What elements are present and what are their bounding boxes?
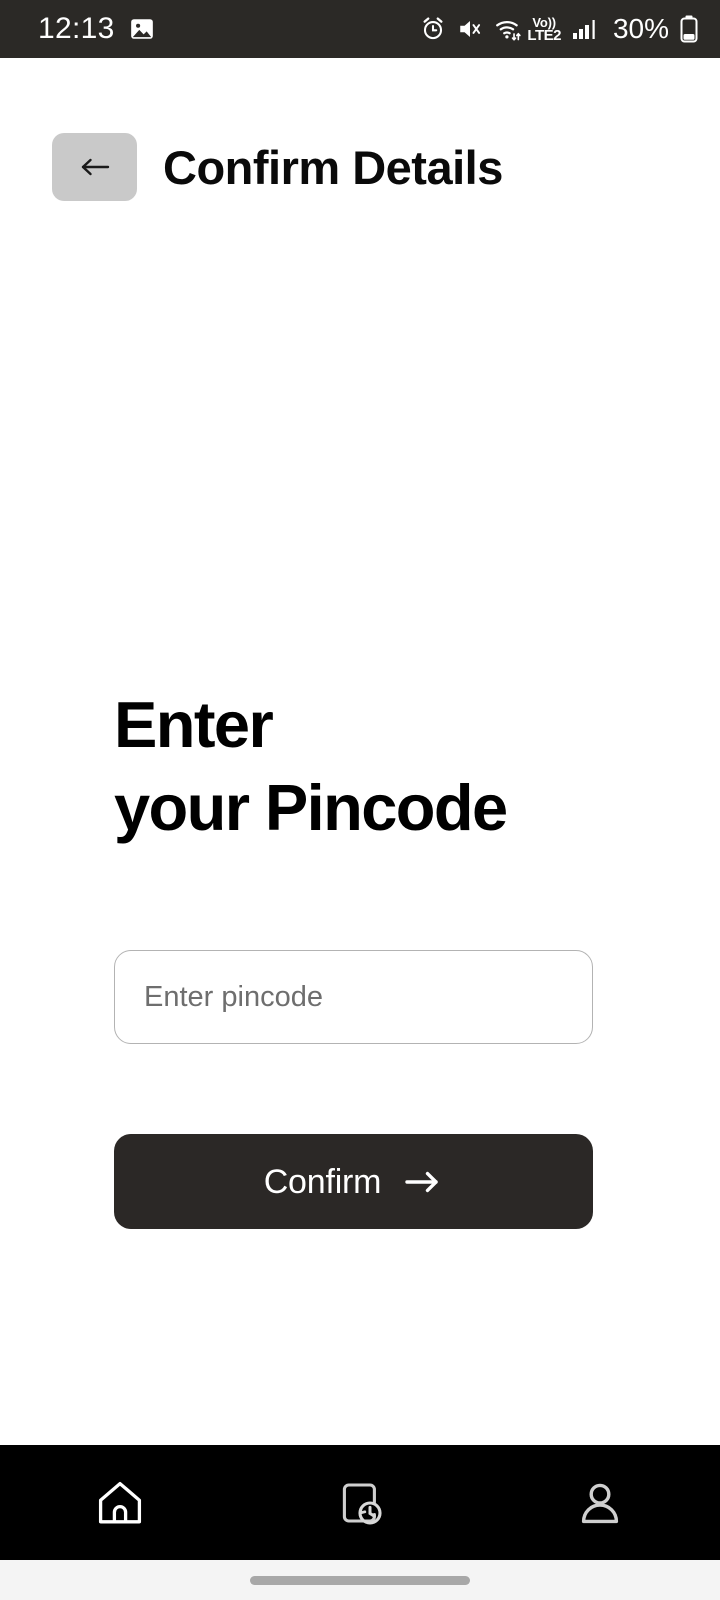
- status-bar-right: Vo)) LTE2 30%: [420, 15, 698, 43]
- battery-icon: [680, 15, 698, 43]
- bottom-navigation: [0, 1445, 720, 1560]
- signal-icon: [572, 20, 595, 39]
- volte-label-bottom: LTE2: [527, 26, 561, 44]
- back-button[interactable]: [52, 133, 137, 201]
- status-bar: 12:13 Vo)) LTE2 30%: [0, 0, 720, 58]
- page-title: Confirm Details: [163, 140, 503, 194]
- app-header: Confirm Details: [0, 58, 720, 201]
- confirm-button-label: Confirm: [263, 1162, 382, 1201]
- headline: Enter your Pincode: [114, 683, 508, 849]
- person-icon: [581, 1483, 619, 1523]
- headline-line-2: your Pincode: [114, 771, 508, 845]
- nav-item-profile[interactable]: [480, 1445, 720, 1560]
- battery-percent-label: 30%: [612, 13, 669, 44]
- status-time: 12:13: [38, 12, 115, 45]
- arrow-right-icon: [405, 1171, 439, 1192]
- document-clock-icon: [342, 1482, 382, 1525]
- main-content: Enter your Pincode Confirm: [0, 201, 720, 1445]
- wifi-icon: [496, 21, 522, 41]
- nav-item-history[interactable]: [240, 1445, 480, 1560]
- phone-screen: 12:13 Vo)) LTE2 30% Confirm Details Ente…: [0, 0, 720, 1600]
- headline-line-1: Enter: [114, 688, 274, 761]
- image-notification-icon: [130, 19, 153, 39]
- status-bar-left: 12:13: [38, 14, 155, 44]
- volte-icon: Vo)) LTE2: [527, 16, 561, 43]
- confirm-button[interactable]: Confirm: [114, 1134, 593, 1229]
- arrow-left-icon: [81, 158, 109, 176]
- gesture-handle[interactable]: [250, 1575, 470, 1585]
- pincode-input[interactable]: [114, 950, 593, 1044]
- home-icon: [98, 1481, 142, 1523]
- gesture-bar-area: [0, 1560, 720, 1600]
- mute-icon: [460, 20, 481, 38]
- alarm-icon: [423, 17, 443, 40]
- nav-item-home[interactable]: [0, 1445, 240, 1560]
